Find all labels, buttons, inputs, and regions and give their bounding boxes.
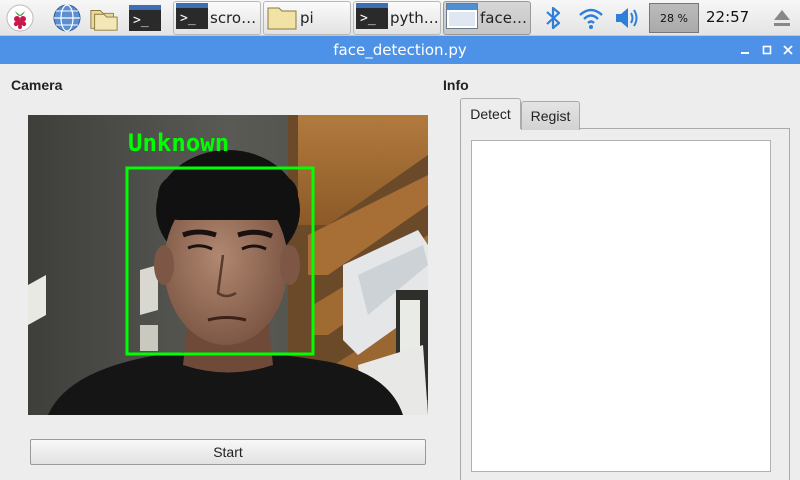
wifi-icon[interactable] — [576, 3, 606, 33]
close-button[interactable] — [779, 41, 797, 59]
minimize-button[interactable] — [736, 41, 754, 59]
start-button[interactable]: Start — [30, 439, 426, 465]
task-label: scro… — [210, 9, 257, 27]
camera-group-label: Camera — [11, 77, 63, 93]
task-label: pi — [300, 9, 314, 27]
tab-detect[interactable]: Detect — [460, 98, 521, 129]
detection-label: Unknown — [128, 129, 229, 157]
task-label: face… — [480, 9, 527, 27]
raspberry-menu-icon[interactable] — [5, 3, 35, 33]
task-button-face-detection[interactable]: face… — [443, 1, 531, 35]
window-title: face_detection.py — [333, 41, 467, 59]
cpu-monitor[interactable]: 28 % — [649, 3, 699, 33]
minimize-icon — [741, 52, 749, 54]
terminal-icon: >_ — [176, 3, 208, 33]
maximize-icon — [762, 45, 772, 55]
taskbar: >_ >_ scro… pi >_ pyth… face… 28 % 22:57 — [0, 0, 800, 36]
task-button-python[interactable]: >_ pyth… — [353, 1, 441, 35]
terminal-glyph: >_ — [129, 5, 161, 31]
info-group-label: Info — [443, 77, 469, 93]
volume-icon[interactable] — [612, 3, 642, 33]
bluetooth-icon[interactable] — [538, 3, 568, 33]
tab-regist[interactable]: Regist — [521, 101, 580, 130]
folder-icon — [266, 3, 298, 33]
window-titlebar[interactable]: face_detection.py — [0, 36, 800, 64]
window-icon — [446, 3, 478, 33]
camera-feed: Unknown — [28, 115, 428, 415]
file-manager-icon[interactable] — [89, 3, 119, 33]
cpu-usage-label: 28 % — [660, 11, 688, 25]
info-text-area[interactable] — [471, 140, 771, 472]
globe-icon[interactable] — [52, 3, 82, 33]
maximize-button[interactable] — [758, 41, 776, 59]
task-label: pyth… — [390, 9, 439, 27]
eject-icon[interactable] — [770, 6, 794, 30]
terminal-icon: >_ — [356, 3, 388, 33]
terminal-launcher-icon[interactable]: >_ — [128, 3, 162, 33]
task-button-pi[interactable]: pi — [263, 1, 351, 35]
clock[interactable]: 22:57 — [706, 8, 749, 26]
close-icon — [783, 45, 793, 55]
task-button-scrot[interactable]: >_ scro… — [173, 1, 261, 35]
